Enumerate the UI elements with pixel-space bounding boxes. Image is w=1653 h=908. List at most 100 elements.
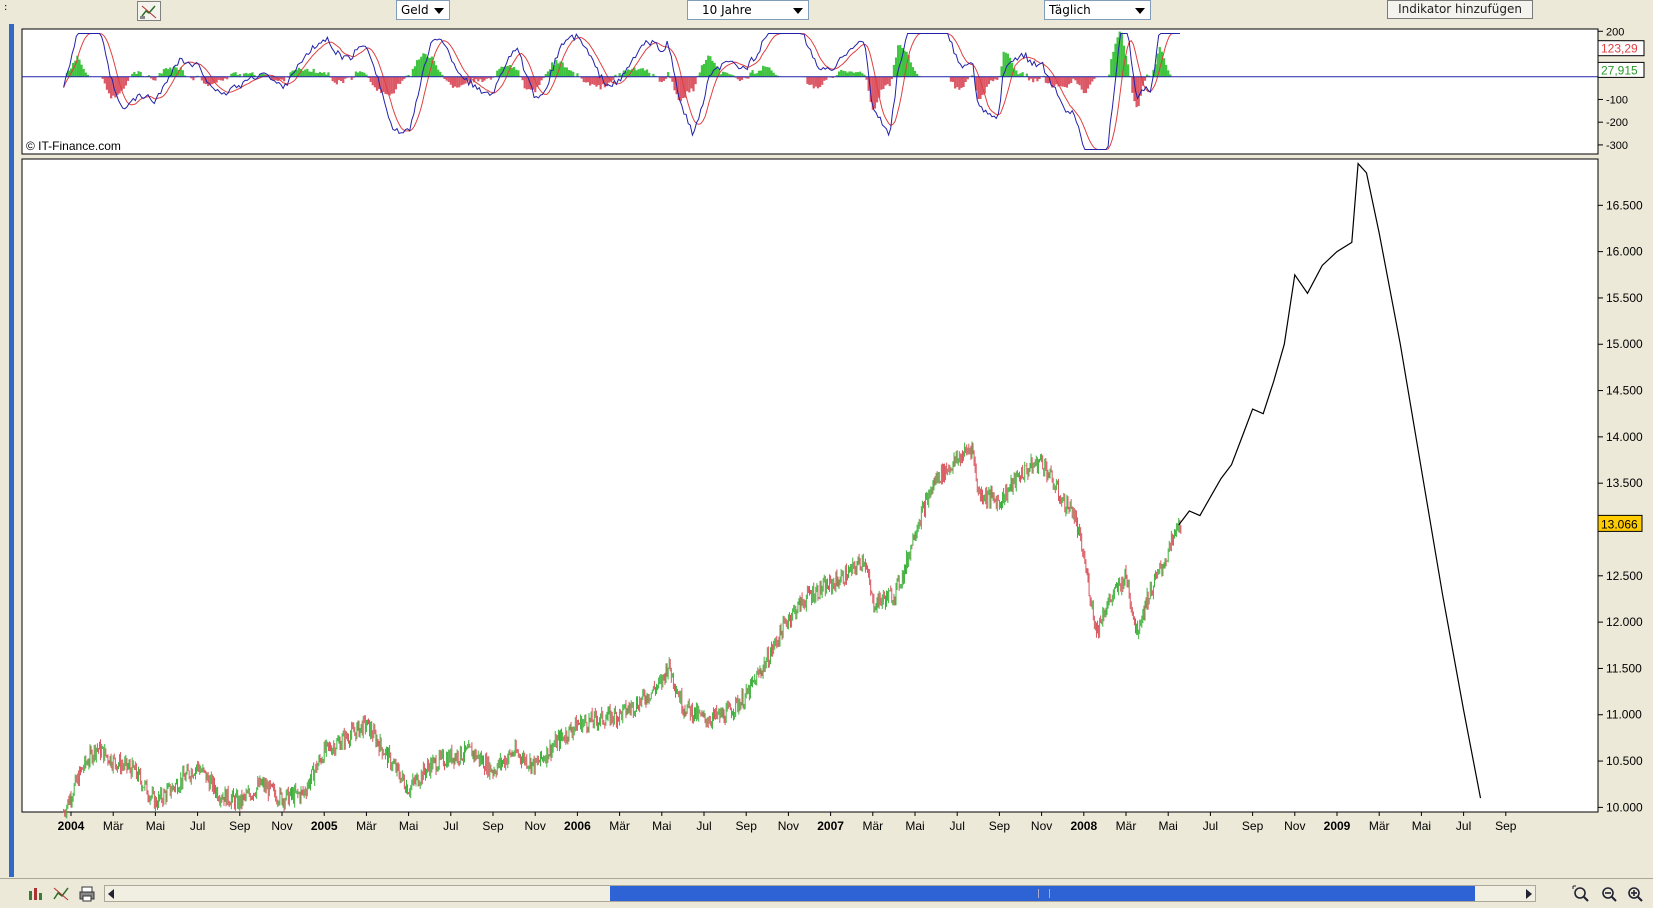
histogram-bar — [690, 77, 692, 89]
histogram-bar — [956, 77, 958, 87]
histogram-bar — [840, 70, 842, 77]
histogram-bar — [547, 71, 549, 76]
histogram-bar — [416, 60, 418, 77]
histogram-bar — [990, 77, 992, 81]
histogram-bar — [855, 72, 857, 77]
histogram-bar — [1127, 64, 1129, 76]
scroll-thumb[interactable] — [610, 886, 1475, 901]
histogram-bar — [842, 71, 844, 77]
zoom-fit-icon[interactable] — [1572, 885, 1590, 903]
histogram-bar — [308, 72, 310, 77]
histogram-bar — [433, 61, 435, 77]
histogram-bar — [452, 77, 454, 88]
histogram-bar — [572, 72, 574, 77]
histogram-bar — [152, 77, 154, 80]
histogram-bar — [1163, 58, 1165, 77]
time-scrollbar[interactable] — [104, 885, 1536, 902]
histogram-bar — [245, 73, 247, 77]
histogram-bar — [635, 70, 637, 76]
zoom-in-icon[interactable] — [1626, 885, 1644, 903]
price-tick-label: 10.000 — [1606, 800, 1643, 814]
histogram-bar — [808, 77, 810, 85]
scroll-left-icon[interactable] — [108, 889, 114, 899]
histogram-bar — [355, 71, 357, 76]
histogram-bar — [334, 77, 336, 83]
price-type-value: Geld — [401, 3, 429, 17]
histogram-bar — [882, 77, 884, 89]
time-tick-label: Mai — [905, 819, 924, 833]
histogram-bar — [644, 71, 646, 77]
chart-area[interactable]: 200-100-200-300 123,2927,915 © IT-Financ… — [0, 24, 1653, 878]
histogram-bar — [564, 67, 566, 76]
histogram-bar — [705, 60, 707, 77]
indicator-value-text: 123,29 — [1601, 42, 1638, 56]
histogram-bar — [1076, 77, 1078, 84]
chevron-down-icon — [434, 8, 444, 14]
histogram-bar — [764, 67, 766, 77]
price-tick-label: 12.500 — [1606, 569, 1643, 583]
histogram-bar — [884, 77, 886, 86]
histogram-bar — [450, 77, 452, 85]
price-type-select[interactable]: Geld — [396, 0, 450, 20]
histogram-bar — [585, 77, 587, 83]
histogram-bar — [986, 77, 988, 87]
histogram-bar — [568, 70, 570, 77]
chart-type-icon[interactable] — [26, 885, 44, 903]
histogram-bar — [756, 73, 758, 76]
indicator-tick-label: 200 — [1606, 26, 1624, 38]
histogram-bar — [823, 77, 825, 81]
scroll-grip-icon — [1038, 889, 1050, 898]
histogram-bar — [182, 70, 184, 77]
time-tick-label: Nov — [1031, 819, 1052, 833]
indicator-icon[interactable] — [52, 885, 70, 903]
histogram-bar — [374, 77, 376, 88]
histogram-bar — [370, 77, 372, 82]
histogram-bar — [357, 72, 359, 76]
histogram-bar — [1036, 77, 1038, 82]
histogram-bar — [1144, 77, 1146, 81]
copyright-label: © IT-Finance.com — [26, 139, 121, 153]
time-range-value: 10 Jahre — [702, 3, 752, 17]
histogram-bar — [376, 77, 378, 91]
histogram-bar — [566, 67, 568, 76]
histogram-bar — [686, 77, 688, 91]
histogram-bar — [846, 72, 848, 76]
time-tick-label: Nov — [525, 819, 546, 833]
histogram-bar — [893, 65, 895, 77]
histogram-bar — [361, 72, 363, 77]
time-range-select[interactable]: 10 Jahre — [687, 0, 809, 20]
histogram-bar — [709, 56, 711, 77]
histogram-bar — [1089, 77, 1091, 85]
interval-value: Täglich — [1049, 3, 1091, 17]
time-tick-label: Sep — [1242, 819, 1264, 833]
time-tick-label: 2008 — [1070, 819, 1097, 833]
time-tick-label: Sep — [989, 819, 1011, 833]
add-indicator-button[interactable]: Indikator hinzufügen — [1387, 0, 1533, 19]
histogram-bar — [511, 68, 513, 77]
histogram-bar — [372, 77, 374, 85]
time-tick-label: 2005 — [311, 819, 338, 833]
time-tick-label: Mär — [1369, 819, 1390, 833]
last-price-badge: 13.066 — [1598, 515, 1642, 531]
histogram-bar — [1068, 77, 1070, 85]
chart-tool-icon-glyph — [138, 2, 160, 20]
histogram-bar — [437, 70, 439, 77]
histogram-bar — [1064, 77, 1066, 87]
histogram-bar — [849, 71, 851, 76]
histogram-bar — [1074, 77, 1076, 81]
histogram-bar — [640, 69, 642, 77]
price-tick-label: 11.500 — [1606, 661, 1642, 675]
price-tick-label: 14.500 — [1606, 384, 1643, 398]
histogram-bar — [526, 77, 528, 90]
histogram-bar — [1070, 77, 1072, 83]
print-icon[interactable] — [78, 885, 96, 903]
scroll-right-icon[interactable] — [1526, 889, 1532, 899]
histogram-bar — [481, 77, 483, 82]
chart-tool-icon[interactable] — [137, 1, 161, 21]
chevron-down-icon — [1135, 8, 1145, 14]
histogram-bar — [895, 57, 897, 76]
histogram-bar — [815, 77, 817, 87]
zoom-out-icon[interactable] — [1600, 885, 1618, 903]
histogram-bar — [646, 69, 648, 76]
interval-select[interactable]: Täglich — [1044, 0, 1151, 20]
